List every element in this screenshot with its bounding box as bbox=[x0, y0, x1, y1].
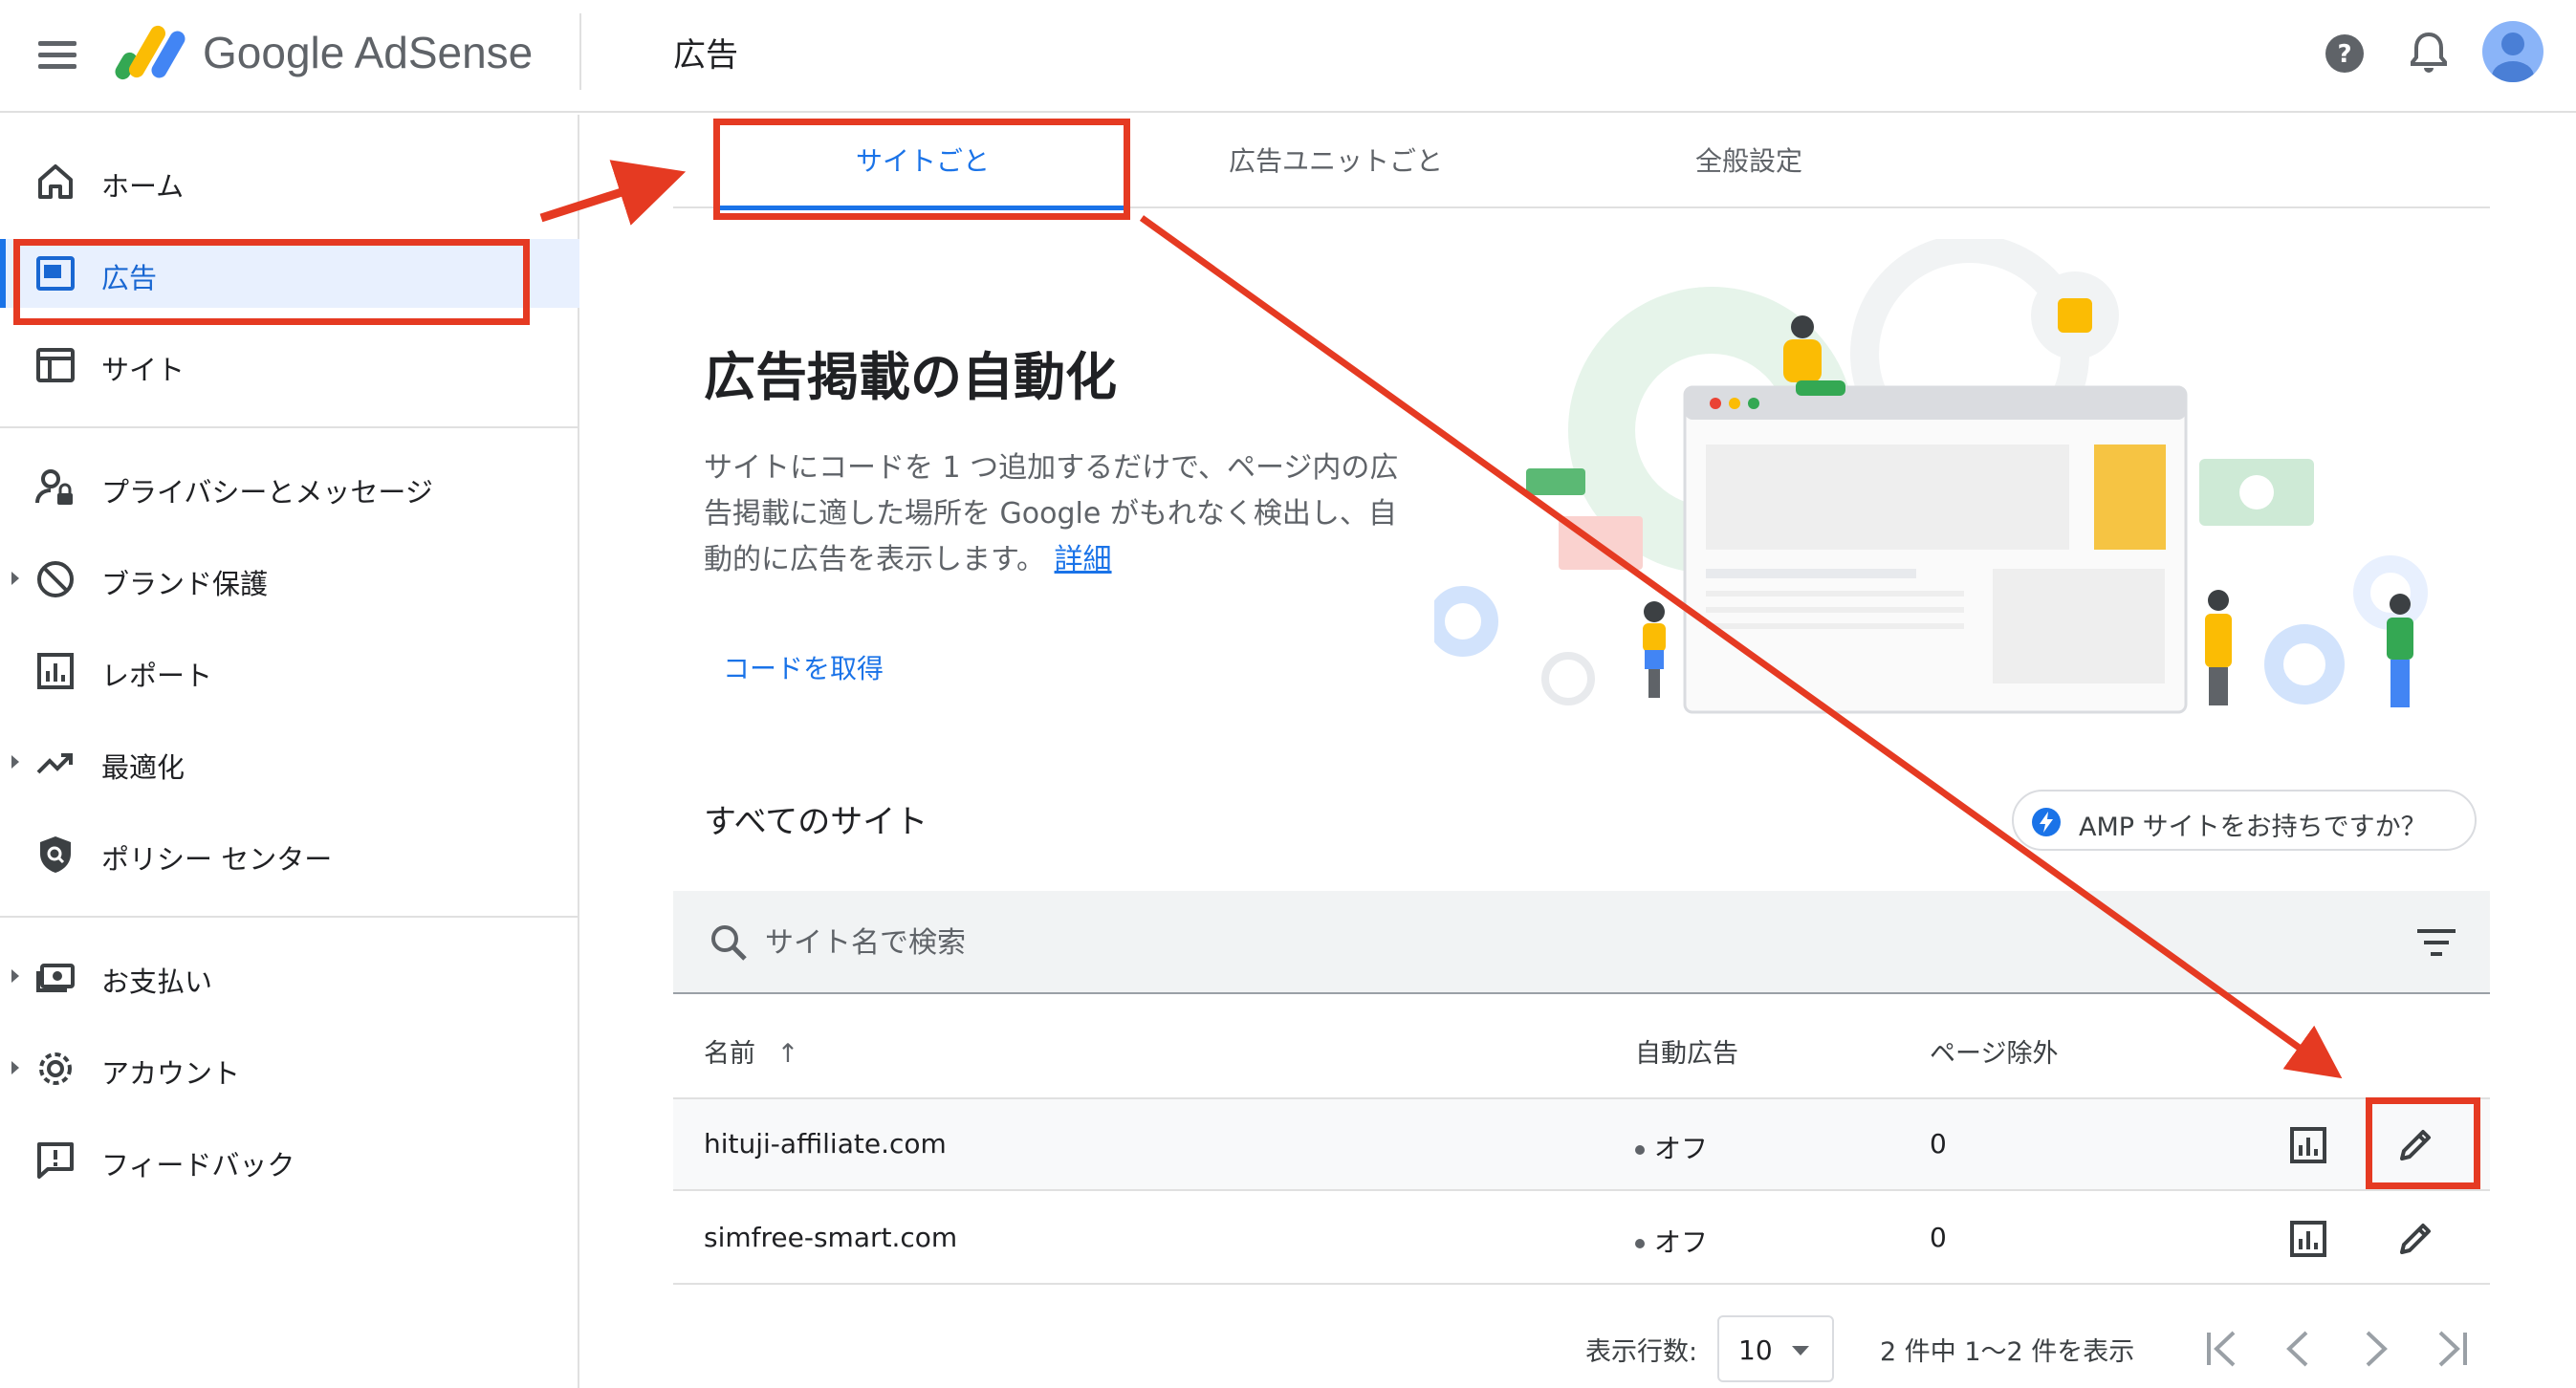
auto-ads-illustration bbox=[1434, 239, 2428, 714]
sidebar-item-feedback[interactable]: フィードバック bbox=[0, 1126, 579, 1195]
status-dot bbox=[1635, 1239, 1645, 1248]
report-icon[interactable] bbox=[2287, 1124, 2329, 1166]
auto-ads-status: オフ bbox=[1635, 1222, 1708, 1260]
feedback-icon bbox=[37, 1142, 74, 1179]
sidebar-item-policy-center[interactable]: ポリシー センター bbox=[0, 820, 579, 889]
sidebar-divider bbox=[0, 916, 579, 918]
sidebar-item-label: フィードバック bbox=[101, 1149, 295, 1182]
svg-text:?: ? bbox=[2337, 40, 2351, 69]
rows-per-page-select[interactable]: 10 bbox=[1717, 1315, 1834, 1382]
details-link[interactable]: 詳細 bbox=[1055, 543, 1112, 576]
sidebar-item-brand-protection[interactable]: ブランド保護 bbox=[0, 545, 579, 614]
rows-per-page-value: 10 bbox=[1738, 1334, 1773, 1366]
sidebar-item-label: ホーム bbox=[101, 170, 185, 203]
site-name: simfree-smart.com bbox=[704, 1222, 958, 1253]
sidebar-item-label: ブランド保護 bbox=[101, 568, 269, 600]
avatar-person-icon bbox=[2492, 33, 2534, 82]
top-app-bar: Google AdSense 広告 ? bbox=[0, 0, 2576, 113]
adsense-logo-icon[interactable] bbox=[113, 19, 189, 86]
auto-ads-value: オフ bbox=[1654, 1133, 1709, 1164]
table-row: simfree-smart.com オフ 0 bbox=[673, 1193, 2490, 1285]
notifications-bell-icon[interactable] bbox=[2406, 29, 2452, 76]
annotation-box-edit-button bbox=[2366, 1097, 2480, 1189]
filter-icon[interactable] bbox=[2415, 925, 2457, 960]
column-header-name[interactable]: 名前 ↑ bbox=[704, 1032, 798, 1070]
page-exclusions-count: 0 bbox=[1930, 1222, 1947, 1253]
block-icon bbox=[37, 561, 74, 597]
amp-button-label: AMP サイトをお持ちですか？ bbox=[2079, 813, 2427, 842]
sidebar-item-optimization[interactable]: 最適化 bbox=[0, 728, 579, 797]
sidebar-item-sites[interactable]: サイト bbox=[0, 331, 579, 400]
privacy-icon bbox=[35, 469, 73, 505]
trending-icon bbox=[36, 753, 73, 774]
home-icon bbox=[38, 164, 73, 199]
expand-caret-icon[interactable] bbox=[11, 969, 19, 983]
lightning-bolt-icon bbox=[2032, 808, 2061, 836]
sites-icon bbox=[36, 348, 75, 382]
auto-ads-value: オフ bbox=[1654, 1226, 1709, 1258]
annotation-box-ads-menu bbox=[13, 239, 530, 325]
hamburger-menu-icon[interactable] bbox=[34, 34, 80, 73]
column-header-label: 名前 bbox=[704, 1039, 755, 1069]
hero-description-text: サイトにコードを 1 つ追加するだけで、ページ内の広告掲載に適した場所を Goo… bbox=[704, 451, 1399, 576]
user-avatar[interactable] bbox=[2482, 21, 2543, 82]
sidebar-item-home[interactable]: ホーム bbox=[0, 147, 579, 216]
status-dot bbox=[1635, 1145, 1645, 1155]
site-name: hituji-affiliate.com bbox=[704, 1128, 947, 1160]
sidebar-divider bbox=[0, 426, 579, 428]
sidebar-item-label: レポート bbox=[101, 660, 213, 692]
table-row: hituji-affiliate.com オフ 0 bbox=[673, 1099, 2490, 1191]
sidebar-item-label: アカウント bbox=[101, 1057, 241, 1090]
auto-ads-status: オフ bbox=[1635, 1128, 1708, 1166]
expand-caret-icon[interactable] bbox=[11, 572, 19, 585]
help-icon[interactable]: ? bbox=[2322, 31, 2368, 76]
next-page-icon[interactable] bbox=[2354, 1325, 2396, 1373]
expand-caret-icon[interactable] bbox=[11, 755, 19, 769]
payments-icon bbox=[36, 964, 75, 992]
top-divider bbox=[579, 13, 581, 90]
all-sites-title: すべてのサイト bbox=[704, 803, 928, 841]
tab-global-settings[interactable]: 全般設定 bbox=[1543, 115, 1954, 208]
site-search-bar bbox=[673, 891, 2490, 994]
get-code-button[interactable]: コードを取得 bbox=[723, 648, 884, 686]
page-exclusions-count: 0 bbox=[1930, 1128, 1947, 1160]
column-header-page-exclusions: ページ除外 bbox=[1930, 1039, 2059, 1069]
edit-pencil-icon[interactable] bbox=[2394, 1218, 2436, 1260]
sidebar-item-label: サイト bbox=[101, 354, 186, 386]
sidebar-item-label: ポリシー センター bbox=[101, 843, 333, 876]
first-page-icon[interactable] bbox=[2201, 1325, 2243, 1373]
amp-sites-button[interactable]: AMP サイトをお持ちですか？ bbox=[2012, 790, 2477, 851]
sidebar-item-reports[interactable]: レポート bbox=[0, 637, 579, 705]
sidebar-item-payments[interactable]: お支払い bbox=[0, 943, 579, 1011]
sort-arrow-up-icon[interactable]: ↑ bbox=[777, 1039, 799, 1069]
pagination-range: 2 件中 1〜2 件を表示 bbox=[1880, 1337, 2135, 1367]
rows-per-page-label: 表示行数: bbox=[1585, 1337, 1698, 1367]
sidebar-item-label: お支払い bbox=[101, 965, 213, 998]
dropdown-arrow-icon bbox=[1792, 1346, 1809, 1355]
page-title: 広告 bbox=[673, 36, 738, 75]
search-input[interactable] bbox=[765, 918, 2199, 967]
sidebar-item-privacy[interactable]: プライバシーとメッセージ bbox=[0, 453, 579, 522]
sidebar-item-label: 最適化 bbox=[101, 751, 186, 784]
sidebar-item-account[interactable]: アカウント bbox=[0, 1034, 579, 1103]
search-icon bbox=[711, 925, 747, 961]
hero-title: 広告掲載の自動化 bbox=[704, 347, 1117, 407]
previous-page-icon[interactable] bbox=[2278, 1325, 2320, 1373]
report-icon[interactable] bbox=[2287, 1218, 2329, 1260]
hero-description: サイトにコードを 1 つ追加するだけで、ページ内の広告掲載に適した場所を Goo… bbox=[704, 445, 1411, 583]
column-header-auto-ads: 自動広告 bbox=[1635, 1039, 1738, 1069]
annotation-box-by-site-tab bbox=[713, 119, 1130, 220]
last-page-icon[interactable] bbox=[2431, 1325, 2473, 1373]
gear-icon bbox=[39, 1052, 72, 1085]
tab-by-ad-unit[interactable]: 広告ユニットごと bbox=[1130, 115, 1541, 208]
sidebar-item-label: プライバシーとメッセージ bbox=[101, 476, 433, 509]
brand-name: Google AdSense bbox=[203, 28, 534, 77]
report-icon bbox=[37, 653, 74, 689]
policy-shield-icon bbox=[40, 836, 71, 873]
expand-caret-icon[interactable] bbox=[11, 1061, 19, 1074]
